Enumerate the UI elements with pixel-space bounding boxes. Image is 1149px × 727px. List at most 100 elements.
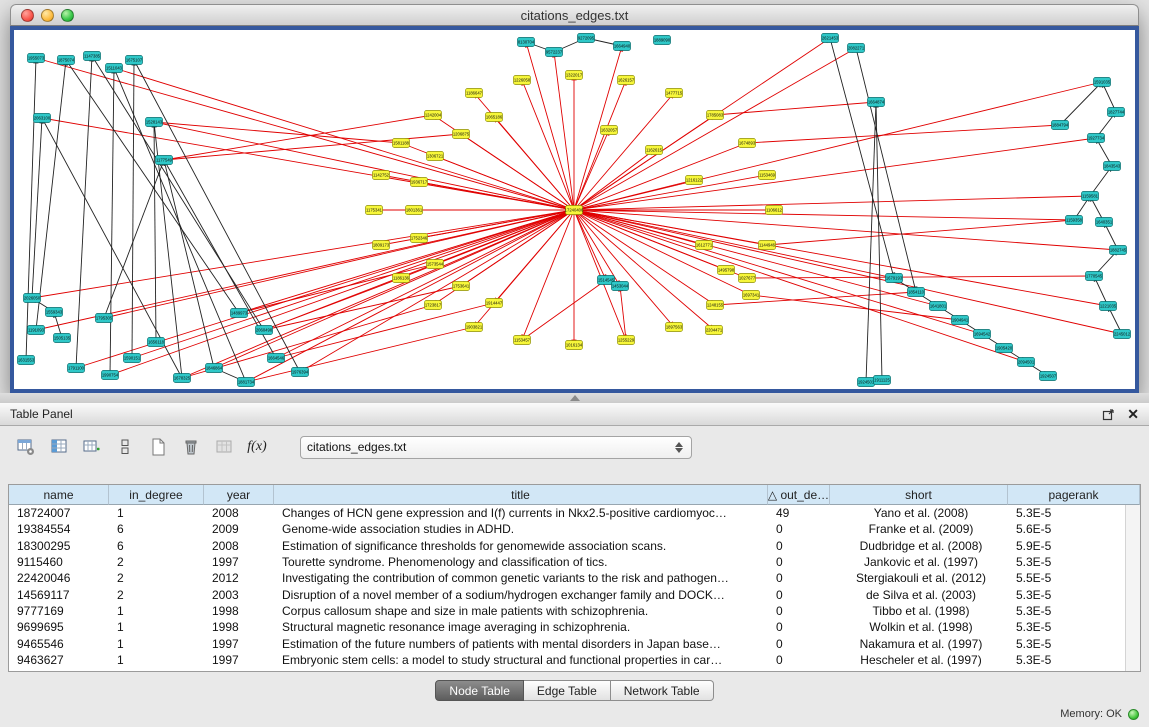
splitter-handle-icon[interactable] xyxy=(570,395,580,401)
graph-node[interactable]: 1903821 xyxy=(466,323,483,332)
graph-node[interactable]: 1528143 xyxy=(146,118,163,127)
graph-node[interactable]: 1881734 xyxy=(238,378,255,387)
column-header-in_degree[interactable]: in_degree xyxy=(109,485,204,505)
graph-node[interactable]: 1875074 xyxy=(58,56,75,65)
tab-edge-table[interactable]: Edge Table xyxy=(524,680,611,701)
graph-node[interactable]: 1106612 xyxy=(766,206,783,215)
graph-node[interactable]: 1144946 xyxy=(759,241,776,250)
graph-node[interactable]: 1846864 xyxy=(206,364,223,373)
graph-edge[interactable] xyxy=(574,175,767,210)
graph-node[interactable]: 1559343 xyxy=(46,308,63,317)
graph-node[interactable]: 1159581 xyxy=(1082,192,1099,201)
graph-node[interactable]: 1904941 xyxy=(952,316,969,325)
graph-node[interactable]: 1186136 xyxy=(393,274,410,283)
graph-node[interactable]: 1590151 xyxy=(124,354,141,363)
graph-node[interactable]: 2063100 xyxy=(34,114,51,123)
show-columns-icon[interactable] xyxy=(47,435,71,459)
graph-node[interactable]: 1489973 xyxy=(231,309,248,318)
graph-node[interactable]: 1511043 xyxy=(106,64,123,73)
graph-edge[interactable] xyxy=(114,68,574,210)
graph-node[interactable]: 8130704 xyxy=(518,38,535,47)
graph-node[interactable]: 1248155 xyxy=(707,301,724,310)
graph-node[interactable]: 1581188 xyxy=(393,139,410,148)
graph-node[interactable]: 2026050 xyxy=(24,294,41,303)
graph-node[interactable]: 1675107 xyxy=(126,56,143,65)
graph-node[interactable]: 1159358 xyxy=(1066,216,1083,225)
function-builder-button[interactable]: f(x) xyxy=(245,435,269,459)
graph-node[interactable]: 1927734 xyxy=(1088,134,1105,143)
graph-node[interactable]: 1752346 xyxy=(411,234,428,243)
graph-node[interactable]: 1175341 xyxy=(366,206,383,215)
graph-edge[interactable] xyxy=(134,60,300,372)
graph-node[interactable]: 1911125 xyxy=(874,376,891,385)
table-row[interactable]: 1938455462009Genome-wide association stu… xyxy=(9,521,1125,537)
graph-node[interactable]: 1591035 xyxy=(1094,78,1111,87)
graph-node[interactable]: 1884794 xyxy=(1052,121,1069,130)
graph-node[interactable]: 2245012 xyxy=(1114,330,1131,339)
graph-edge[interactable] xyxy=(26,58,36,360)
graph-edge[interactable] xyxy=(154,122,574,210)
graph-node[interactable]: 1016134 xyxy=(566,341,583,350)
graph-node[interactable]: 2082271 xyxy=(848,44,865,53)
column-header-year[interactable]: year xyxy=(204,485,274,505)
table-row[interactable]: 911546021997Tourette syndrome. Phenomeno… xyxy=(9,554,1125,570)
graph-node[interactable]: 1255229 xyxy=(618,336,635,345)
graph-edge[interactable] xyxy=(751,295,960,320)
table-row[interactable]: 2242004622012Investigating the contribut… xyxy=(9,570,1125,586)
float-panel-icon[interactable] xyxy=(1102,408,1115,421)
graph-node[interactable]: 1924501 xyxy=(858,378,875,387)
tab-node-table[interactable]: Node Table xyxy=(435,680,524,701)
graph-edge[interactable] xyxy=(574,210,1074,220)
graph-edge[interactable] xyxy=(574,210,1118,250)
row-options-icon[interactable] xyxy=(113,435,137,459)
table-options-icon[interactable] xyxy=(14,435,38,459)
graph-node[interactable]: 1505135 xyxy=(54,334,71,343)
graph-node[interactable]: 1221035 xyxy=(1100,302,1117,311)
minimize-window-button[interactable] xyxy=(41,9,54,22)
window-titlebar[interactable]: citations_edges.txt xyxy=(10,4,1139,26)
graph-node[interactable]: 1753641 xyxy=(453,282,470,291)
column-header-out_de[interactable]: △ out_de… xyxy=(768,485,830,505)
graph-node[interactable]: 1216122 xyxy=(686,176,703,185)
graph-node[interactable]: 1322017 xyxy=(566,71,583,80)
graph-edge[interactable] xyxy=(435,156,574,210)
table-source-dropdown[interactable]: citations_edges.txt xyxy=(300,436,692,459)
column-header-short[interactable]: short xyxy=(830,485,1008,505)
graph-node[interactable]: 1664874 xyxy=(868,98,885,107)
graph-node[interactable]: 17240406 xyxy=(565,206,584,215)
graph-node[interactable]: 1573544 xyxy=(427,260,444,269)
graph-edge[interactable] xyxy=(715,102,876,115)
graph-node[interactable]: 1142752 xyxy=(373,171,390,180)
graph-node[interactable]: 1027677 xyxy=(739,274,756,283)
graph-node[interactable]: 1882745 xyxy=(1110,246,1127,255)
graph-node[interactable]: 1897563 xyxy=(666,323,683,332)
network-canvas[interactable]: 1724040611066121153469167489317850831477… xyxy=(14,30,1135,389)
graph-node[interactable]: 1177549 xyxy=(156,156,173,165)
graph-node[interactable]: 1153457 xyxy=(514,336,531,345)
graph-node[interactable]: 2204471 xyxy=(706,326,723,335)
graph-edge[interactable] xyxy=(132,210,574,358)
create-column-icon[interactable] xyxy=(80,435,104,459)
panel-splitter[interactable] xyxy=(0,393,1149,403)
graph-node[interactable]: 1976394 xyxy=(292,368,309,377)
graph-node[interactable]: 1656118 xyxy=(148,338,165,347)
graph-node[interactable]: 1206875 xyxy=(453,130,470,139)
graph-edge[interactable] xyxy=(76,56,92,368)
graph-node[interactable]: 1936717 xyxy=(411,178,428,187)
graph-edge[interactable] xyxy=(574,210,1122,334)
column-header-title[interactable]: title xyxy=(274,485,768,505)
graph-node[interactable]: 1664940 xyxy=(614,42,631,51)
table-row[interactable]: 1872400712008Changes of HCN gene express… xyxy=(9,505,1125,521)
graph-node[interactable]: 1632057 xyxy=(601,126,618,135)
close-window-button[interactable] xyxy=(21,9,34,22)
graph-node[interactable]: 1785083 xyxy=(707,111,724,120)
graph-node[interactable]: 1905420 xyxy=(996,344,1013,353)
graph-node[interactable]: 1306721 xyxy=(427,152,444,161)
graph-node[interactable]: 1791100 xyxy=(68,364,85,373)
graph-edge[interactable] xyxy=(92,56,264,330)
graph-node[interactable]: 1697341 xyxy=(743,291,760,300)
graph-node[interactable]: 2060498 xyxy=(256,326,273,335)
graph-edge[interactable] xyxy=(36,210,574,330)
graph-edge[interactable] xyxy=(574,210,674,327)
graph-edge[interactable] xyxy=(154,122,401,143)
